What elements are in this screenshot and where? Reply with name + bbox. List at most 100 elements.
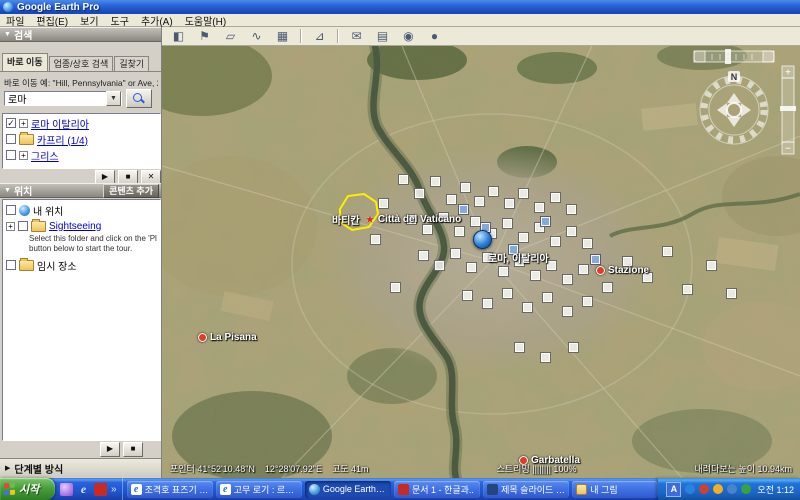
- menu-bar: 파일 편집(E) 보기 도구 추가(A) 도움말(H): [0, 14, 800, 27]
- tray-icon[interactable]: [727, 484, 737, 494]
- task-button[interactable]: e 조격호 표즈기 도..: [127, 481, 213, 498]
- map-label: 로마, 이탈리아: [488, 250, 549, 265]
- layers-panel-header[interactable]: ▶ 단계별 방식: [0, 458, 161, 477]
- map-label: 바티칸: [332, 212, 360, 227]
- result-label[interactable]: 카프리 (1/4): [37, 132, 88, 147]
- compass[interactable]: N: [700, 71, 768, 144]
- checkbox[interactable]: ✓: [6, 118, 16, 128]
- expander-icon[interactable]: +: [19, 151, 28, 160]
- compass-center-knob[interactable]: [727, 103, 741, 117]
- sightseeing-description: Select this folder and click on the 'Pla: [29, 234, 157, 243]
- search-button[interactable]: [126, 89, 152, 108]
- map-label[interactable]: ★Città del Vaticano: [365, 213, 461, 226]
- search-result-marker[interactable]: [473, 230, 492, 249]
- search-panel-header[interactable]: ▼ 검색: [0, 27, 161, 42]
- map-toolbar: ◧ ⚑ ▱ ∿ ▦ ⊿ ✉ ▤ ◉ ●: [162, 27, 800, 46]
- checkbox[interactable]: [18, 221, 28, 231]
- menu-file[interactable]: 파일: [6, 13, 24, 28]
- quick-launch-app-icon[interactable]: [60, 483, 73, 496]
- add-image-overlay-icon[interactable]: ▦: [274, 29, 291, 44]
- tray-icon[interactable]: [699, 484, 709, 494]
- play-tour-button[interactable]: ▶: [100, 442, 120, 457]
- places-row-sightseeing[interactable]: + Sightseeing: [6, 219, 101, 233]
- menu-edit[interactable]: 편집(E): [36, 13, 68, 28]
- fly-to-hint: 바로 이동 예: "Hill, Pennsylvania" or Ave, 21…: [4, 77, 158, 89]
- print-icon[interactable]: ▤: [374, 29, 391, 44]
- tab-find-businesses[interactable]: 업종/상호 검색: [49, 56, 114, 71]
- measure-icon[interactable]: ⊿: [311, 29, 328, 44]
- checkbox[interactable]: [6, 260, 16, 270]
- windows-logo-icon: [4, 483, 16, 496]
- streaming-status: 스트리밍 |||||||| 100%: [497, 462, 577, 475]
- checkbox[interactable]: [6, 150, 16, 160]
- task-button[interactable]: 문서 1 - 한글과..: [394, 481, 480, 498]
- places-row-my-places[interactable]: 내 위치: [6, 203, 63, 217]
- map-label[interactable]: La Pisana: [198, 332, 257, 343]
- placemark-dot-icon: [596, 266, 605, 275]
- search-input[interactable]: 로마 ▼: [4, 91, 122, 106]
- menu-tools[interactable]: 도구: [111, 13, 129, 28]
- internet-explorer-icon[interactable]: e: [77, 483, 90, 496]
- pan-up-arrow[interactable]: [727, 93, 741, 103]
- presentation-icon: [487, 484, 498, 495]
- combo-dropdown-icon[interactable]: ▼: [106, 91, 121, 106]
- tilt-slider-thumb[interactable]: [725, 49, 731, 64]
- tilt-slider[interactable]: [694, 49, 774, 64]
- task-button[interactable]: e 고무 로기 : 르시아..: [216, 481, 302, 498]
- email-icon[interactable]: ✉: [348, 29, 365, 44]
- internet-explorer-icon: e: [131, 484, 142, 495]
- tray-icon[interactable]: [685, 484, 695, 494]
- result-label[interactable]: 그리스: [31, 148, 59, 163]
- task-button-google-earth[interactable]: Google Earth Pro: [305, 481, 391, 498]
- expander-icon[interactable]: +: [19, 119, 28, 128]
- ime-indicator[interactable]: A: [666, 482, 681, 497]
- zoom-slider[interactable]: + −: [780, 66, 796, 155]
- map-status-bar: 포인터 41°52'10.48"N12°28'07.92"E고도 41m 스트리…: [162, 462, 800, 475]
- result-label[interactable]: 로마 이탈리아: [31, 116, 89, 131]
- expander-icon[interactable]: +: [6, 222, 15, 231]
- tab-fly-to[interactable]: 바로 이동: [2, 53, 48, 71]
- placemark-dot-icon: [198, 333, 207, 342]
- task-button[interactable]: 제목 슬라이드 틀-..: [483, 481, 569, 498]
- menu-help[interactable]: 도움말(H): [185, 13, 226, 28]
- add-content-button[interactable]: 콘텐츠 추가: [103, 184, 159, 198]
- sidebar-toggle-icon[interactable]: ◧: [170, 29, 187, 44]
- window-title: Google Earth Pro: [17, 2, 99, 13]
- placemark-star-icon: ★: [365, 213, 375, 226]
- add-placemark-icon[interactable]: ⚑: [196, 29, 213, 44]
- stop-tour-button[interactable]: ■: [123, 442, 143, 457]
- pan-left-arrow[interactable]: [717, 103, 727, 117]
- quick-launch-hwp-icon[interactable]: [94, 483, 107, 496]
- desktop: Google Earth Pro 파일 편집(E) 보기 도구 추가(A) 도움…: [0, 0, 800, 500]
- hwp-icon: [398, 484, 409, 495]
- checkbox[interactable]: [6, 134, 16, 144]
- app-icon: [3, 2, 13, 12]
- quick-launch: e »: [55, 478, 123, 500]
- earth-icon[interactable]: ●: [426, 29, 443, 44]
- places-panel-header[interactable]: ▼ 위치 콘텐츠 추가: [0, 183, 161, 198]
- map-viewport[interactable]: 바티칸 ★Città del Vaticano 로마, 이탈리아 Stazione La…: [162, 46, 800, 478]
- pan-down-arrow[interactable]: [727, 117, 741, 127]
- menu-add[interactable]: 추가(A): [141, 13, 173, 28]
- task-button[interactable]: 내 그림: [572, 481, 658, 498]
- pan-right-arrow[interactable]: [741, 103, 751, 117]
- checkbox[interactable]: [6, 205, 16, 215]
- add-polygon-icon[interactable]: ▱: [222, 29, 239, 44]
- add-path-icon[interactable]: ∿: [248, 29, 265, 44]
- map-label[interactable]: Stazione: [596, 265, 649, 276]
- places-row-temporary[interactable]: 임시 장소: [6, 258, 77, 272]
- quick-launch-chevron-icon[interactable]: »: [111, 484, 117, 495]
- tab-directions[interactable]: 길찾기: [114, 56, 149, 71]
- taskbar-clock: 오전 1:12: [757, 483, 794, 496]
- search-result-row[interactable]: + 그리스: [6, 148, 59, 162]
- search-result-row[interactable]: 카프리 (1/4): [6, 132, 88, 146]
- tray-icon[interactable]: [713, 484, 723, 494]
- toolbar-separator: [300, 29, 302, 43]
- tray-icon[interactable]: [741, 484, 751, 494]
- view-in-maps-icon[interactable]: ◉: [400, 29, 417, 44]
- start-button[interactable]: 시작: [0, 478, 55, 500]
- menu-view[interactable]: 보기: [80, 13, 98, 28]
- navigation-control[interactable]: N + −: [692, 48, 796, 194]
- zoom-slider-thumb[interactable]: [780, 106, 796, 111]
- search-result-row[interactable]: ✓ + 로마 이탈리아: [6, 116, 89, 130]
